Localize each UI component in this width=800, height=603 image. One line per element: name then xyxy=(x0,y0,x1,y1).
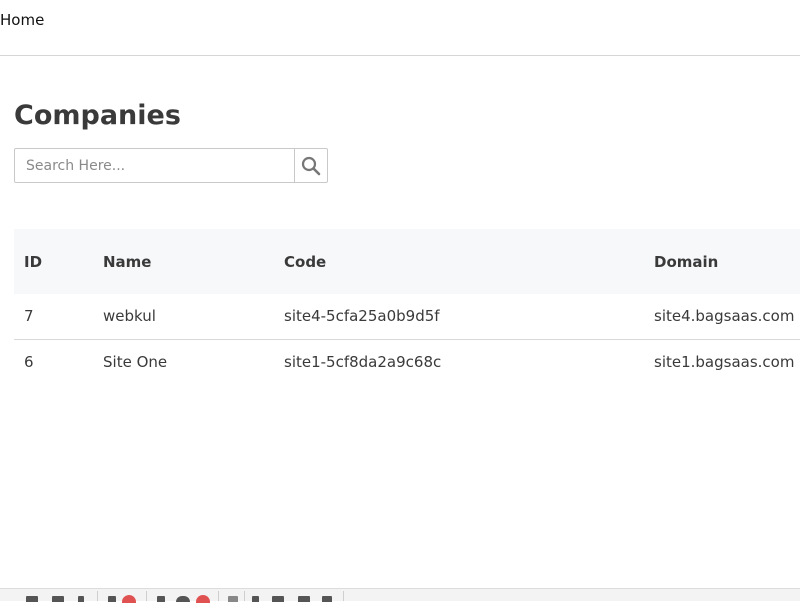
cell-name: Site One xyxy=(103,352,168,371)
toolbar-icon[interactable] xyxy=(157,596,165,602)
toolbar-icon[interactable] xyxy=(272,596,284,602)
notification-badge xyxy=(196,595,210,603)
cell-id: 6 xyxy=(24,352,34,371)
column-header-name[interactable]: Name xyxy=(93,229,274,294)
cell-name: webkul xyxy=(103,307,156,326)
notification-badge xyxy=(122,595,136,603)
toolbar-icon[interactable] xyxy=(252,596,259,602)
search-icon xyxy=(301,156,321,175)
cell-code: site4-5cfa25a0b9d5f xyxy=(284,307,440,326)
page-title: Companies xyxy=(14,100,181,131)
search-button[interactable] xyxy=(294,149,327,182)
info-icon[interactable] xyxy=(78,596,84,602)
toolbar-icon[interactable] xyxy=(322,596,332,602)
column-header-code[interactable]: Code xyxy=(274,229,644,294)
toolbar-icon[interactable] xyxy=(298,596,310,602)
column-header-domain[interactable]: Domain xyxy=(644,229,800,294)
debug-toolbar xyxy=(0,588,800,603)
database-icon[interactable] xyxy=(176,596,190,602)
table-header-row: ID Name Code Domain xyxy=(14,229,800,294)
table-row[interactable]: 6 Site One site1-5cf8da2a9c68c site1.bag… xyxy=(14,339,800,384)
toolbar-icon[interactable] xyxy=(108,596,116,602)
top-bar: Home xyxy=(0,0,800,56)
companies-table: ID Name Code Domain 7 webkul site4-5cfa2… xyxy=(14,229,800,384)
table-row[interactable]: 7 webkul site4-5cfa25a0b9d5f site4.bagsa… xyxy=(14,294,800,339)
breadcrumb-home-link[interactable]: Home xyxy=(0,11,44,29)
cell-code: site1-5cf8da2a9c68c xyxy=(284,352,442,371)
cell-id: 7 xyxy=(24,307,34,326)
cell-domain: site4.bagsaas.com xyxy=(654,307,795,326)
toolbar-icon[interactable] xyxy=(228,596,238,602)
search-box xyxy=(14,148,328,183)
toolbar-icon[interactable] xyxy=(26,596,38,602)
toolbar-icon[interactable] xyxy=(52,596,64,602)
cell-domain: site1.bagsaas.com xyxy=(654,352,795,371)
column-header-id[interactable]: ID xyxy=(14,229,93,294)
search-input[interactable] xyxy=(15,149,294,182)
